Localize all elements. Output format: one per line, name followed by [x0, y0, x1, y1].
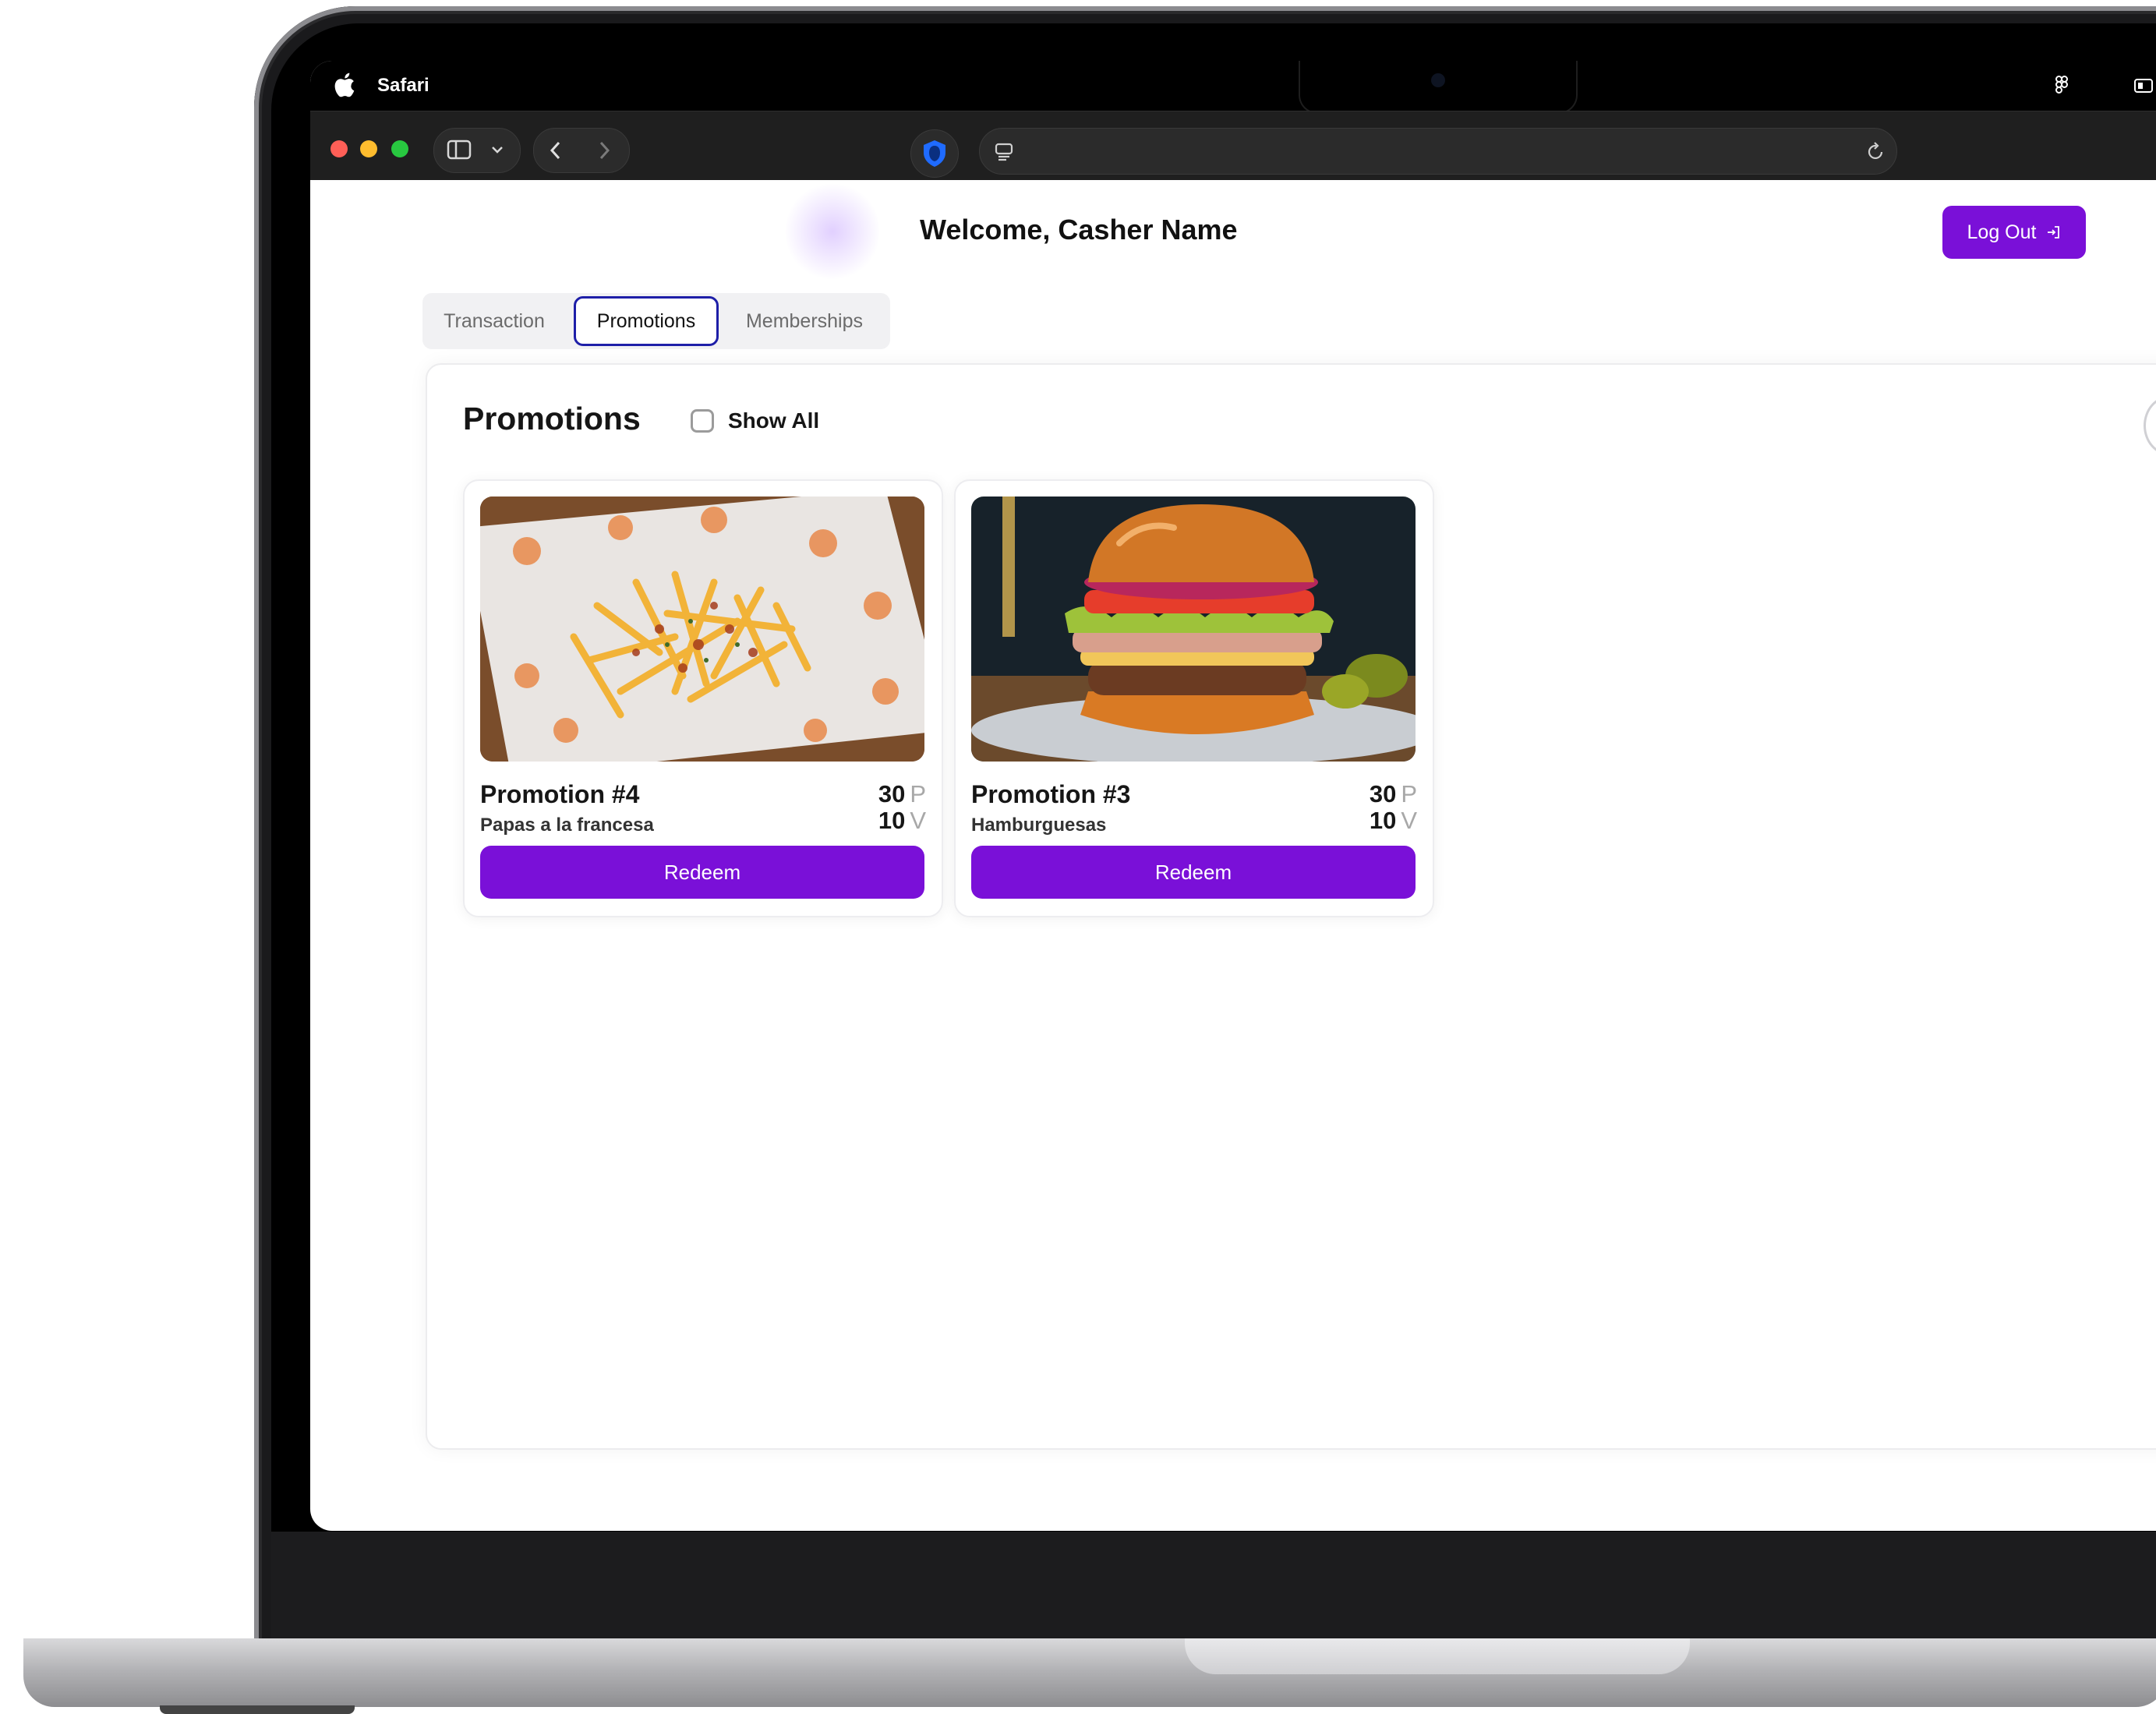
points-value: 30 P — [1370, 780, 1417, 808]
show-all-checkbox[interactable] — [691, 409, 714, 433]
tab-transaction[interactable]: Transaction — [432, 296, 557, 346]
laptop-base — [23, 1638, 2156, 1707]
tab-memberships[interactable]: Memberships — [728, 296, 881, 346]
back-arrow-icon[interactable] — [548, 140, 564, 161]
promotion-card: Promotion #3 Hamburguesas 30 P 10 V Redeem — [954, 479, 1434, 917]
promotions-title: Promotions — [463, 401, 641, 436]
forward-arrow-icon[interactable] — [596, 140, 612, 161]
app-name-menu[interactable]: Safari — [377, 75, 429, 97]
tab-promotions[interactable]: Promotions — [574, 296, 719, 346]
promotion-image-burger — [971, 497, 1416, 762]
visits-unit: V — [910, 807, 926, 834]
address-bar[interactable] — [979, 128, 1897, 175]
minimize-window-button[interactable] — [360, 140, 377, 157]
control-center-icon[interactable] — [2134, 78, 2153, 94]
show-all-label[interactable]: Show All — [728, 408, 819, 433]
promotion-title: Promotion #4 — [480, 780, 640, 808]
visits-number: 10 — [1369, 807, 1397, 834]
visits-number: 10 — [878, 807, 906, 834]
fries-photo — [480, 497, 924, 762]
page-menu-icon[interactable] — [994, 141, 1014, 161]
screen: Safari Welcome, Casher Name Log Out Tran… — [310, 61, 2156, 1531]
figma-icon[interactable] — [2052, 75, 2072, 97]
promotion-subtitle: Hamburguesas — [971, 815, 1107, 836]
visits-value: 10 V — [1370, 807, 1417, 835]
points-value: 30 P — [878, 780, 926, 808]
screen-chin — [271, 1532, 2156, 1641]
section-tabs: Transaction Promotions Memberships — [422, 293, 890, 349]
reload-icon[interactable] — [1867, 141, 1886, 161]
apple-logo-icon[interactable] — [332, 72, 355, 98]
points-unit: P — [910, 780, 926, 808]
chevron-down-icon — [492, 147, 503, 154]
log-out-button[interactable]: Log Out — [1942, 206, 2086, 259]
menu-bar: Safari — [310, 61, 2156, 112]
logout-arrow-icon — [2048, 226, 2060, 239]
points-number: 30 — [878, 780, 906, 808]
sidebar-icon — [447, 140, 472, 160]
navigation-buttons — [533, 128, 630, 173]
camera-icon — [1431, 73, 1445, 87]
zoom-window-button[interactable] — [391, 140, 408, 157]
redeem-button[interactable]: Redeem — [480, 846, 924, 899]
promotion-title: Promotion #3 — [971, 780, 1131, 808]
logo-placeholder — [786, 181, 879, 282]
visits-unit: V — [1401, 807, 1417, 834]
redeem-button[interactable]: Redeem — [971, 846, 1416, 899]
laptop-foot — [160, 1705, 355, 1714]
shield-icon — [924, 140, 945, 167]
promotion-subtitle: Papas a la francesa — [480, 815, 654, 836]
promotion-image-fries — [480, 497, 924, 762]
sidebar-toggle-button[interactable] — [433, 128, 521, 173]
points-unit: P — [1401, 780, 1417, 808]
log-out-label: Log Out — [1967, 221, 2037, 243]
points-number: 30 — [1369, 780, 1397, 808]
close-window-button[interactable] — [330, 140, 348, 157]
privacy-extension-button[interactable] — [910, 129, 959, 178]
welcome-heading: Welcome, Casher Name — [920, 214, 1238, 246]
laptop-base-notch — [1185, 1638, 1690, 1674]
promotion-card: Promotion #4 Papas a la francesa 30 P 10 V… — [463, 479, 943, 917]
burger-photo — [971, 497, 1416, 762]
visits-value: 10 V — [878, 807, 926, 835]
